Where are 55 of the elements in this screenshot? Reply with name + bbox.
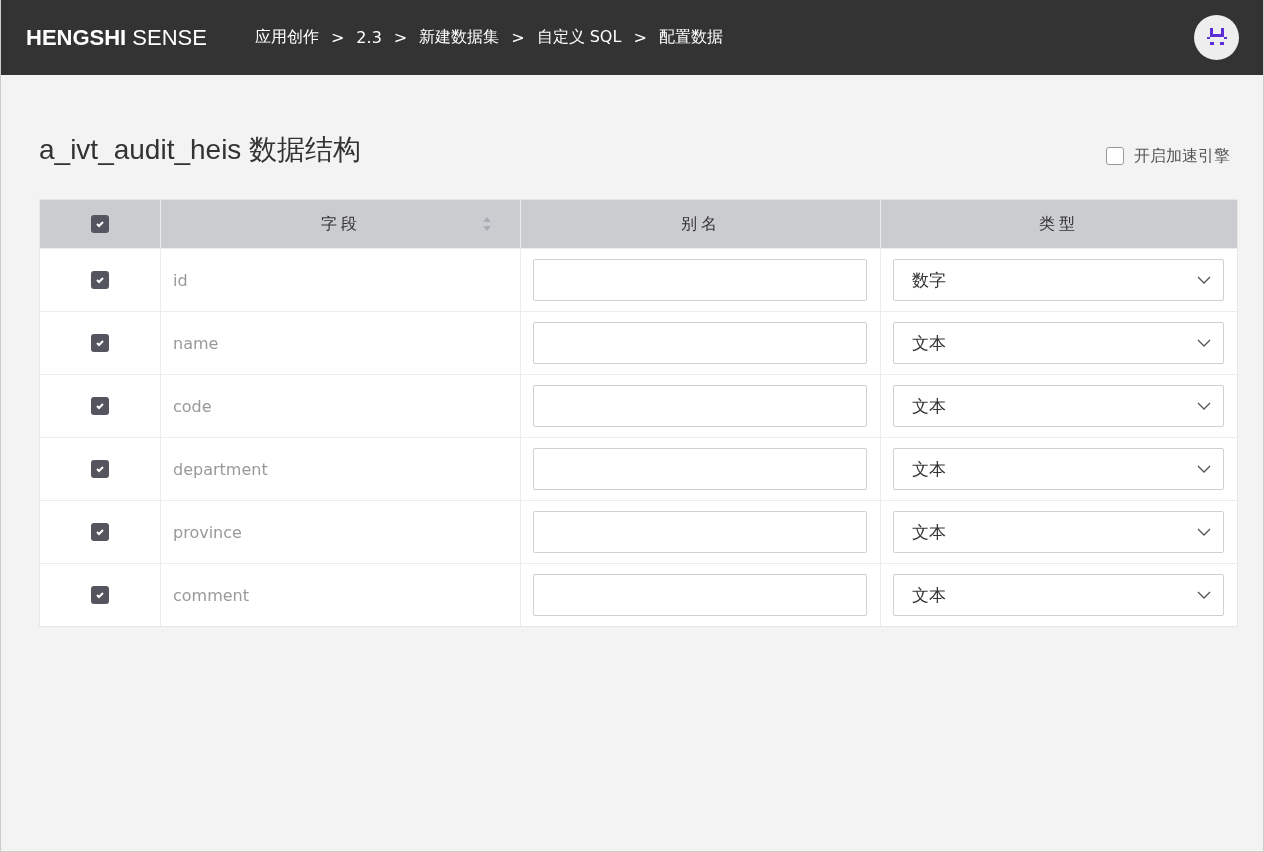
field-name: code [173,396,212,416]
avatar-icon[interactable] [1194,15,1239,60]
chevron-down-icon [1197,276,1211,284]
breadcrumb-separator: > [393,28,408,47]
logo[interactable]: HENGSHI SENSE [26,24,207,51]
field-name: name [173,333,219,353]
row-checkbox[interactable] [91,397,109,415]
breadcrumb-item[interactable]: 自定义 SQL [536,27,622,48]
type-select[interactable]: 文本 [893,385,1224,427]
breadcrumb-separator: > [511,28,525,47]
alias-input[interactable] [533,322,867,364]
select-all-checkbox[interactable] [91,215,109,233]
checkmark-icon [95,590,105,600]
row-checkbox[interactable] [91,523,109,541]
breadcrumb-item[interactable]: 配置数据 [658,27,723,48]
row-checkbox[interactable] [91,460,109,478]
chevron-down-icon [1197,465,1211,473]
chevron-down-icon [1197,339,1211,347]
chevron-down-icon [1197,402,1211,410]
alias-input[interactable] [533,385,867,427]
checkbox-label[interactable]: 开启加速引擎 [1134,145,1230,167]
breadcrumb-separator: > [633,28,647,47]
checkmark-icon [95,464,105,474]
field-name: department [173,459,268,479]
row-checkbox[interactable] [91,334,109,352]
field-name: province [173,522,242,542]
type-select[interactable]: 数字 [893,259,1224,301]
checkmark-icon [95,338,105,348]
type-select[interactable]: 文本 [893,511,1224,553]
alias-input[interactable] [533,511,867,553]
column-header: 字段 [320,213,361,235]
type-select[interactable]: 文本 [893,448,1224,490]
chevron-down-icon [1197,528,1211,536]
breadcrumb-item[interactable]: 应用创作 [254,27,319,48]
column-header: 别名 [680,213,721,235]
breadcrumb-separator: > [330,28,345,47]
checkmark-icon [95,275,105,285]
chevron-down-icon [1197,591,1211,599]
type-select[interactable]: 文本 [893,574,1224,616]
alias-input[interactable] [533,448,867,490]
page-title: a_ivt_audit_heis 数据结构 [39,133,362,167]
checkmark-icon [95,527,105,537]
breadcrumb-item[interactable]: 新建数据集 [419,27,500,48]
column-header: 类型 [1039,213,1079,235]
field-name: id [173,270,188,290]
type-select[interactable]: 文本 [893,322,1224,364]
field-name: comment [173,585,249,605]
checkmark-icon [95,219,105,229]
checkbox[interactable] [1106,147,1124,165]
checkmark-icon [95,401,105,411]
row-checkbox[interactable] [91,271,109,289]
breadcrumb-item[interactable]: 2.3 [356,28,382,47]
alias-input[interactable] [533,259,867,301]
alias-input[interactable] [533,574,867,616]
row-checkbox[interactable] [91,586,109,604]
